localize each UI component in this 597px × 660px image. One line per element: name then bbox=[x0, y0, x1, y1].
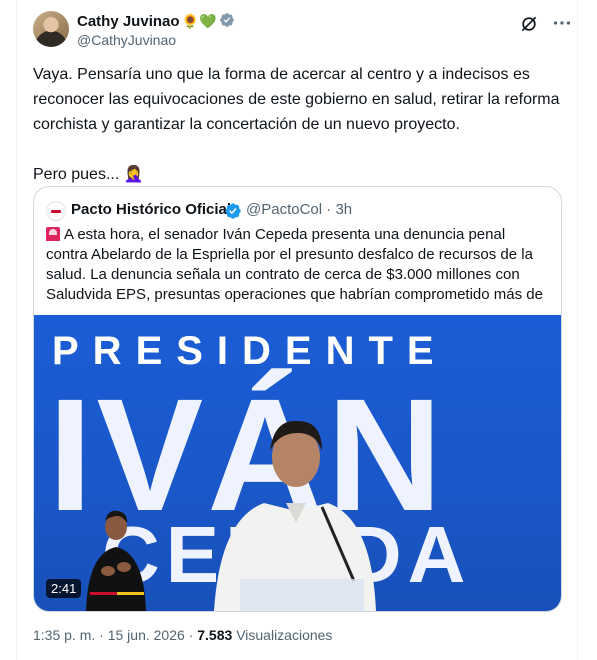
tweet-paragraph-1: Vaya. Pensaría uno que la forma de acerc… bbox=[33, 66, 560, 133]
video-duration: 2:41 bbox=[46, 579, 82, 598]
quoted-text: A esta hora, el senador Iván Cepeda pres… bbox=[46, 225, 551, 305]
author-handle[interactable]: @CathyJuvinao bbox=[77, 32, 176, 48]
author-name[interactable]: Cathy Juvinao 🌻💚 bbox=[77, 12, 235, 30]
quoted-handle: @PactoCol bbox=[246, 201, 323, 218]
quoted-time: 3h bbox=[335, 201, 353, 218]
tweet-date[interactable]: 15 jun. 2026 bbox=[108, 627, 185, 643]
author-name-text: Cathy Juvinao bbox=[77, 13, 180, 30]
author-avatar[interactable] bbox=[33, 11, 69, 47]
more-icon[interactable] bbox=[551, 12, 573, 34]
sign-language-interpreter bbox=[86, 510, 146, 611]
grok-icon[interactable] bbox=[519, 14, 539, 34]
frame-border-right bbox=[577, 0, 578, 660]
quoted-author-name[interactable]: Pacto Histórico Oficial bbox=[71, 201, 231, 218]
speaker-figure bbox=[214, 420, 376, 611]
author-emojis: 🌻💚 bbox=[181, 14, 217, 30]
quoted-video[interactable]: PRESIDENTE IVÁN CEPEDA 2:41 bbox=[34, 315, 561, 611]
tweet-paragraph-2: Pero pues... 🤦‍♀️ bbox=[33, 166, 144, 183]
tweet-text: Vaya. Pensaría uno que la forma de acerc… bbox=[33, 62, 568, 187]
quoted-handle-line[interactable]: @PactoCol · 3h bbox=[246, 201, 352, 218]
quoted-text-body: A esta hora, el senador Iván Cepeda pres… bbox=[46, 226, 543, 303]
views-label: Visualizaciones bbox=[236, 627, 333, 643]
quoted-separator: · bbox=[326, 201, 332, 218]
meta-separator: · bbox=[188, 627, 194, 643]
flag-bar bbox=[90, 592, 144, 595]
tweet-time[interactable]: 1:35 p. m. bbox=[33, 627, 95, 643]
quoted-avatar[interactable] bbox=[46, 201, 66, 221]
verified-badge-icon bbox=[225, 203, 241, 219]
meta-separator: · bbox=[99, 627, 104, 643]
frame-border-left bbox=[16, 0, 17, 660]
tweet-meta: 1:35 p. m. · 15 jun. 2026 · 7.583 Visual… bbox=[33, 627, 332, 643]
quoted-tweet[interactable]: Pacto Histórico Oficial @PactoCol · 3h A… bbox=[33, 186, 562, 612]
views-count: 7.583 bbox=[197, 627, 233, 643]
verified-badge-icon bbox=[220, 13, 235, 27]
siren-icon bbox=[46, 227, 60, 241]
